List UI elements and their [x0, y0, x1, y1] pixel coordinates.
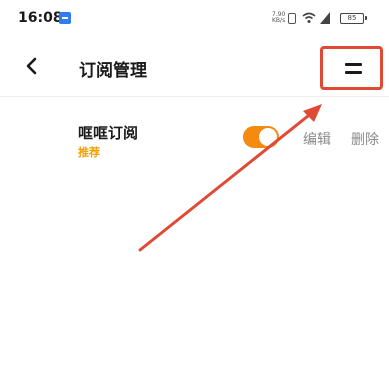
subscription-toggle[interactable]: [243, 126, 279, 148]
app-header: 订阅管理: [0, 36, 389, 97]
net-speed: 7.90 KB/s: [272, 11, 286, 24]
back-icon[interactable]: [20, 52, 44, 80]
battery-icon: 85: [340, 13, 367, 24]
toggle-knob: [259, 128, 277, 146]
status-time: 16:08: [18, 10, 63, 26]
app-notification-icon: [59, 12, 71, 24]
subscription-name: 哐哐订阅: [78, 124, 139, 142]
menu-button[interactable]: [320, 46, 383, 90]
edit-button[interactable]: 编辑: [303, 129, 331, 149]
menu-icon: [345, 63, 362, 75]
wifi-icon: [302, 12, 316, 23]
status-bar: 16:08 7.90 KB/s 85: [0, 0, 389, 36]
signal-icon: [320, 12, 330, 24]
page-title: 订阅管理: [79, 61, 147, 81]
list-item: 哐哐订阅 推荐 编辑 删除: [0, 108, 389, 168]
recommended-tag: 推荐: [78, 146, 100, 159]
delete-button[interactable]: 删除: [351, 129, 379, 149]
sim-icon: [288, 13, 296, 24]
